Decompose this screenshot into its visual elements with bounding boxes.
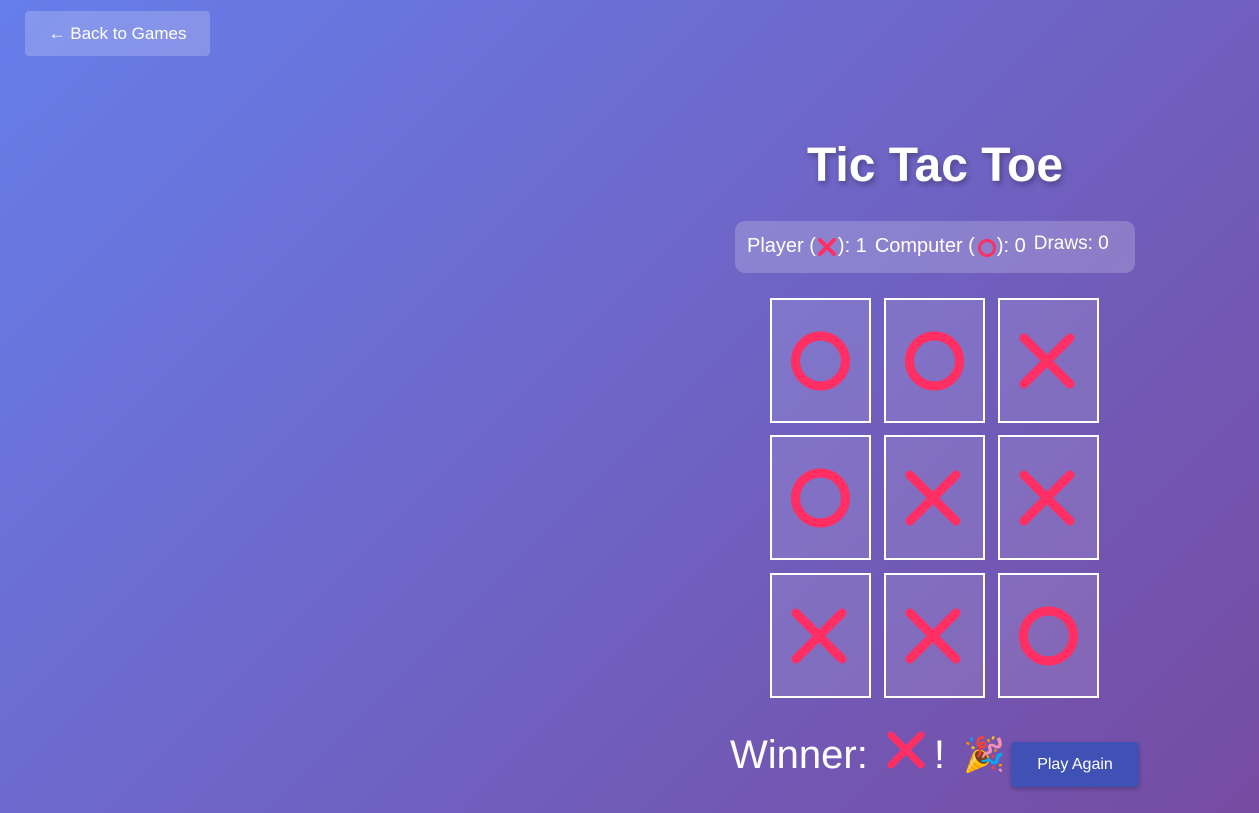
- game-title: Tic Tac Toe: [806, 139, 1064, 192]
- computer-score-value: ): 0: [996, 235, 1026, 257]
- x-mark-icon: [886, 730, 926, 780]
- play-again-button[interactable]: Play Again: [1011, 742, 1139, 787]
- x-mark-icon: [1019, 333, 1075, 389]
- party-popper-icon: 🎉: [962, 736, 1006, 774]
- x-mark-icon: [791, 608, 847, 664]
- board-cell-1-1[interactable]: [770, 298, 871, 423]
- board-cell-2-3[interactable]: [998, 435, 1099, 560]
- computer-score: Computer ( ): 0: [875, 235, 1026, 258]
- board-cell-3-3[interactable]: [998, 573, 1099, 698]
- x-mark-icon: [905, 608, 961, 664]
- x-mark-icon: [905, 470, 961, 526]
- board-cell-2-2[interactable]: [884, 435, 985, 560]
- back-to-games-button[interactable]: ← Back to Games: [25, 11, 210, 56]
- board-cell-1-3[interactable]: [998, 298, 1099, 423]
- winner-label: Winner:: [730, 732, 868, 777]
- player-score-value: ): 1: [837, 235, 867, 257]
- computer-score-label: Computer (: [874, 235, 975, 257]
- o-mark-icon: [791, 468, 850, 528]
- board-cell-1-2[interactable]: [884, 298, 985, 423]
- x-mark-icon: [1019, 470, 1075, 526]
- game-board: [770, 298, 1100, 698]
- scoreboard: Player ( ): 1 Computer ( ): 0 Draws: 0: [735, 221, 1135, 273]
- o-mark-icon: [791, 331, 850, 391]
- o-mark-icon: [976, 237, 996, 257]
- winner-message: Winner: ! 🎉: [730, 730, 1005, 780]
- board-cell-3-1[interactable]: [770, 573, 871, 698]
- o-mark-icon: [1019, 606, 1078, 666]
- player-score: Player ( ): 1: [747, 235, 867, 258]
- player-score-label: Player (: [747, 235, 816, 257]
- draws-score: Draws: 0: [1033, 233, 1109, 254]
- winner-exclaim: !: [933, 732, 945, 777]
- x-mark-icon: [817, 237, 837, 257]
- board-cell-2-1[interactable]: [770, 435, 871, 560]
- o-mark-icon: [905, 331, 964, 391]
- board-cell-3-2[interactable]: [884, 573, 985, 698]
